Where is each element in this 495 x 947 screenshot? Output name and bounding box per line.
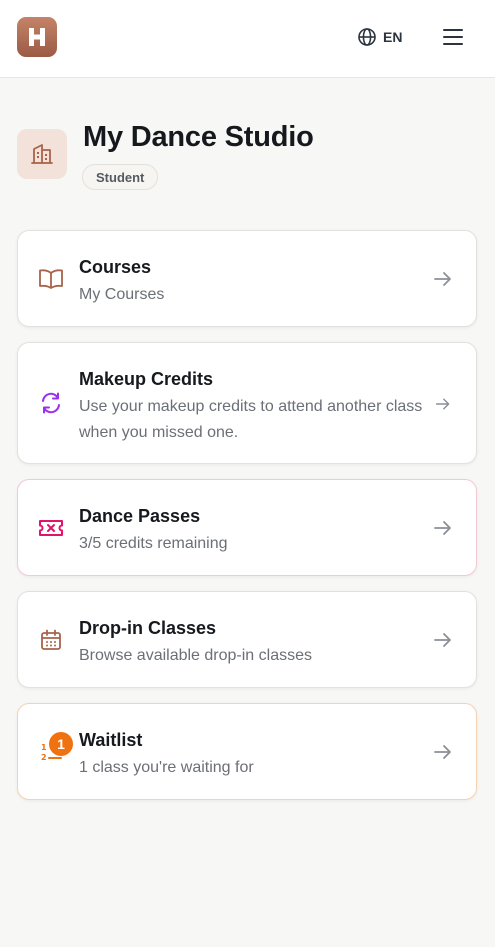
arrow-right-icon	[432, 268, 454, 290]
makeup-credits-card[interactable]: Makeup Credits Use your makeup credits t…	[17, 342, 477, 464]
studio-icon-tile	[17, 129, 67, 179]
calendar-icon	[38, 627, 64, 653]
page-title: My Dance Studio	[83, 121, 314, 153]
makeup-credits-subtitle: Use your makeup credits to attend anothe…	[79, 398, 423, 441]
drop-in-classes-subtitle: Browse available drop-in classes	[79, 647, 312, 664]
waitlist-subtitle: 1 class you're waiting for	[79, 759, 254, 776]
arrow-right-icon	[432, 393, 454, 415]
dance-passes-card[interactable]: Dance Passes 3/5 credits remaining	[17, 479, 477, 576]
menu-button[interactable]	[440, 24, 466, 50]
logo-h-icon	[29, 28, 45, 46]
drop-in-classes-card[interactable]: Drop-in Classes Browse available drop-in…	[17, 591, 477, 688]
globe-icon	[358, 28, 376, 46]
language-label: EN	[383, 29, 403, 45]
ticket-icon	[38, 515, 64, 541]
language-selector[interactable]: EN	[357, 26, 402, 48]
top-bar: EN	[0, 0, 495, 78]
drop-in-classes-title: Drop-in Classes	[79, 618, 217, 638]
arrow-right-icon	[432, 517, 454, 539]
courses-subtitle: My Courses	[79, 286, 165, 303]
book-open-icon	[38, 266, 64, 292]
courses-title: Courses	[79, 257, 152, 277]
waitlist-card[interactable]: 1 2 1 Waitlist 1 class you're waiting fo…	[17, 703, 477, 800]
arrow-right-icon	[432, 629, 454, 651]
dance-passes-subtitle: 3/5 credits remaining	[79, 535, 228, 552]
makeup-credits-title: Makeup Credits	[79, 369, 214, 389]
svg-text:2: 2	[41, 753, 47, 762]
waitlist-title: Waitlist	[79, 730, 143, 750]
waitlist-count-badge: 1	[49, 732, 73, 756]
courses-card[interactable]: Courses My Courses	[17, 230, 477, 327]
arrow-right-icon	[432, 741, 454, 763]
hamburger-menu-icon	[443, 29, 463, 45]
svg-text:1: 1	[41, 743, 47, 752]
building-icon	[31, 144, 53, 164]
dance-passes-title: Dance Passes	[79, 506, 201, 526]
refresh-icon	[38, 390, 64, 416]
role-badge: Student	[82, 164, 159, 190]
app-logo[interactable]	[17, 17, 57, 57]
